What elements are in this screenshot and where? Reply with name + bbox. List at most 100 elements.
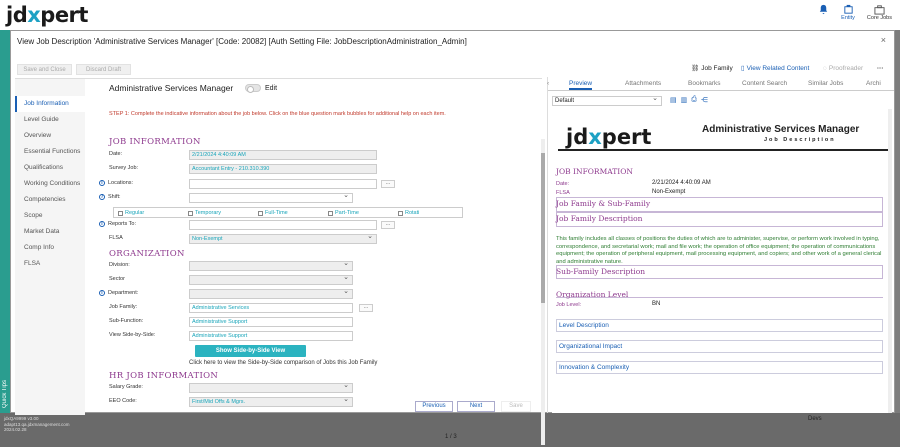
grid-pager[interactable]: 1 / 3	[445, 434, 457, 440]
tab-attachments[interactable]: Attachments	[625, 80, 661, 87]
locations-browse-button[interactable]: ...	[381, 180, 395, 188]
help-icon[interactable]: i	[99, 290, 105, 296]
tab-bookmarks[interactable]: Bookmarks	[688, 80, 721, 87]
proofreader-label: Proofreader	[828, 64, 864, 72]
job-family-browse-button[interactable]: ...	[359, 304, 373, 312]
salary-grade-select[interactable]	[189, 383, 353, 393]
preview-innovation-complexity-row[interactable]: Innovation & Complexity	[556, 361, 883, 374]
side-by-side-field[interactable]: Administrative Support	[189, 331, 353, 341]
help-icon[interactable]: ?	[99, 194, 105, 200]
save-button[interactable]: Save	[501, 401, 531, 412]
shift-option-label: Full-Time	[265, 210, 288, 216]
job-family-field[interactable]: Administrative Services	[189, 303, 353, 313]
shift-option-part-time[interactable]: Part-Time	[328, 210, 359, 216]
reports-to-label-row: i Reports To:	[99, 221, 136, 227]
reports-to-field[interactable]	[189, 220, 377, 230]
sidebar-item-qualifications[interactable]: Qualifications	[15, 160, 85, 176]
preview-organizational-impact-row[interactable]: Organizational Impact	[556, 340, 883, 353]
shift-option-full-time[interactable]: Full-Time	[258, 210, 288, 216]
word-icon[interactable]: ▥	[681, 96, 688, 104]
sidebar-item-scope[interactable]: Scope	[15, 208, 85, 224]
step-instructions: STEP 1: Complete the indicative informat…	[109, 111, 446, 117]
tabs-scroll-left-icon[interactable]: ‹	[547, 80, 549, 87]
preview-job-level-label: Job Level:	[556, 302, 582, 308]
entity-icon	[843, 4, 853, 14]
preview-flsa-label: FLSA	[556, 190, 570, 196]
print-icon[interactable]: ⎙	[691, 96, 697, 104]
job-family-button[interactable]: ⛓ Job Family	[691, 62, 733, 74]
checkbox-icon	[328, 210, 333, 216]
shift-label: Shift:	[108, 194, 121, 200]
discard-draft-button[interactable]: Discard Draft	[76, 64, 131, 75]
flsa-select[interactable]: Non-Exempt	[189, 234, 377, 244]
checkbox-icon	[258, 210, 263, 216]
preview-date-value: 2/21/2024 4:40:09 AM	[652, 180, 711, 186]
view-related-content-button[interactable]: ▯ View Related Content	[741, 62, 809, 74]
shift-option-label: Regular	[125, 210, 145, 216]
sidebar-item-market-data[interactable]: Market Data	[15, 224, 85, 240]
app-header: jdxpert Entity Core Jobs	[0, 0, 900, 30]
division-select[interactable]	[189, 261, 353, 271]
close-icon[interactable]: ×	[881, 35, 886, 45]
show-side-by-side-button[interactable]: Show Side-by-Side View	[195, 345, 306, 357]
next-button[interactable]: Next	[457, 401, 495, 412]
job-family-label: Job Family:	[109, 304, 138, 310]
sidebar-item-overview[interactable]: Overview	[15, 128, 85, 144]
sidebar-item-competencies[interactable]: Competencies	[15, 192, 85, 208]
preview-sub-family-heading: Sub-Family Description	[556, 267, 646, 276]
department-select[interactable]	[189, 289, 353, 299]
date-field[interactable]: 2/21/2024 4:40:09 AM	[189, 150, 377, 160]
previous-button[interactable]: Previous	[415, 401, 453, 412]
survey-job-field[interactable]: Accountant Entry - 210.310.390	[189, 164, 377, 174]
reports-to-label: Reports To:	[108, 221, 137, 227]
entity-label: Entity	[841, 15, 855, 21]
pdf-icon[interactable]: ▤	[670, 96, 677, 104]
proofreader-button[interactable]: ◌ Proofreader	[823, 62, 863, 74]
sidebar-item-working-conditions[interactable]: Working Conditions	[15, 176, 85, 192]
help-icon[interactable]: i	[99, 221, 105, 227]
eeo-code-select[interactable]: First/Mid Offs & Mgrs.	[189, 397, 353, 407]
shift-label-row: ? Shift:	[99, 194, 121, 200]
more-options-icon[interactable]: ···	[877, 62, 884, 74]
locations-field[interactable]	[189, 179, 377, 189]
bell-icon	[819, 4, 828, 15]
shift-option-temporary[interactable]: Temporary	[188, 210, 221, 216]
preview-subtitle: Job Description	[764, 137, 836, 143]
checkbox-icon	[398, 210, 403, 216]
sidebar-item-level-guide[interactable]: Level Guide	[15, 112, 85, 128]
preview-scrollbar[interactable]	[888, 109, 892, 413]
sub-function-field[interactable]: Administrative Support	[189, 317, 353, 327]
export-icons: ▤ ▥ ⎙ ⋲	[670, 96, 708, 104]
tab-content-search[interactable]: Content Search	[742, 80, 787, 87]
sidebar-item-flsa[interactable]: FLSA	[15, 256, 85, 272]
sidebar-item-essential-functions[interactable]: Essential Functions	[15, 144, 85, 160]
proofreader-icon: ◌	[823, 64, 827, 72]
help-icon[interactable]: i	[99, 180, 105, 186]
reports-to-browse-button[interactable]: ...	[381, 221, 395, 229]
entity-button[interactable]: Entity	[841, 4, 855, 21]
share-icon[interactable]: ⋲	[701, 96, 708, 104]
tab-similar-jobs[interactable]: Similar Jobs	[808, 80, 843, 87]
sidebar-item-job-information[interactable]: Job Information	[15, 96, 85, 112]
header-actions: Entity Core Jobs	[818, 4, 892, 21]
shift-option-rotating[interactable]: Rotati	[398, 210, 419, 216]
save-and-close-button[interactable]: Save and Close	[17, 64, 72, 75]
quick-tips-strip[interactable]: Quick Tips	[0, 30, 10, 447]
date-label: Date:	[109, 151, 123, 157]
form-scrollbar[interactable]	[541, 139, 545, 445]
notifications-button[interactable]	[818, 4, 829, 21]
sector-select[interactable]	[189, 275, 353, 285]
app-logo[interactable]: jdxpert	[6, 3, 88, 27]
template-select[interactable]: Default	[552, 95, 662, 106]
sidebar-item-comp-info[interactable]: Comp Info	[15, 240, 85, 256]
division-label: Division:	[109, 262, 130, 268]
core-jobs-button[interactable]: Core Jobs	[867, 4, 892, 21]
edit-toggle[interactable]	[245, 84, 261, 93]
preview-level-description-row[interactable]: Level Description	[556, 319, 883, 332]
preview-logo: jdxpert	[566, 125, 652, 149]
job-information-form: Administrative Services Manager Edit STE…	[89, 79, 542, 415]
shift-option-regular[interactable]: Regular	[118, 210, 144, 216]
tab-archive[interactable]: Archi	[866, 80, 881, 87]
tab-preview[interactable]: Preview	[569, 80, 593, 90]
shift-select[interactable]	[189, 193, 353, 203]
